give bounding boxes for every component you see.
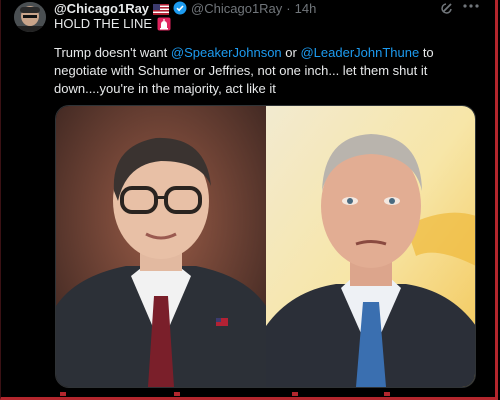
photo-right[interactable] bbox=[265, 106, 475, 387]
red-marker bbox=[292, 392, 298, 396]
mention-leaderjohnthune[interactable]: @LeaderJohnThune bbox=[300, 45, 419, 60]
more-options-icon[interactable] bbox=[462, 0, 480, 16]
siren-emoji-icon bbox=[157, 17, 171, 31]
timestamp[interactable]: 14h bbox=[295, 1, 317, 16]
red-marker bbox=[60, 392, 66, 396]
bottom-red-markers bbox=[54, 392, 474, 398]
avatar[interactable] bbox=[14, 2, 46, 32]
body-text-part: Trump doesn't want bbox=[54, 45, 171, 60]
body-text-part: or bbox=[281, 45, 301, 60]
mention-speakerjohnson[interactable]: @SpeakerJohnson bbox=[171, 45, 282, 60]
separator-dot: · bbox=[286, 0, 291, 16]
photo-left[interactable] bbox=[56, 106, 266, 387]
display-name[interactable]: @Chicago1Ray bbox=[54, 1, 149, 16]
tweet-first-line: HOLD THE LINE bbox=[54, 16, 171, 31]
tweet-media[interactable] bbox=[55, 105, 476, 388]
tweet-body: Trump doesn't want @SpeakerJohnson or @L… bbox=[54, 44, 484, 98]
red-marker bbox=[174, 392, 180, 396]
red-marker bbox=[384, 392, 390, 396]
grok-icon[interactable] bbox=[440, 1, 454, 15]
verified-badge-icon[interactable] bbox=[173, 1, 187, 15]
handle[interactable]: @Chicago1Ray bbox=[191, 1, 282, 16]
us-flag-icon bbox=[153, 3, 170, 15]
tweet-header: @Chicago1Ray @Chicago1Ray · 14h bbox=[54, 0, 316, 16]
hold-the-line-text: HOLD THE LINE bbox=[54, 16, 153, 31]
